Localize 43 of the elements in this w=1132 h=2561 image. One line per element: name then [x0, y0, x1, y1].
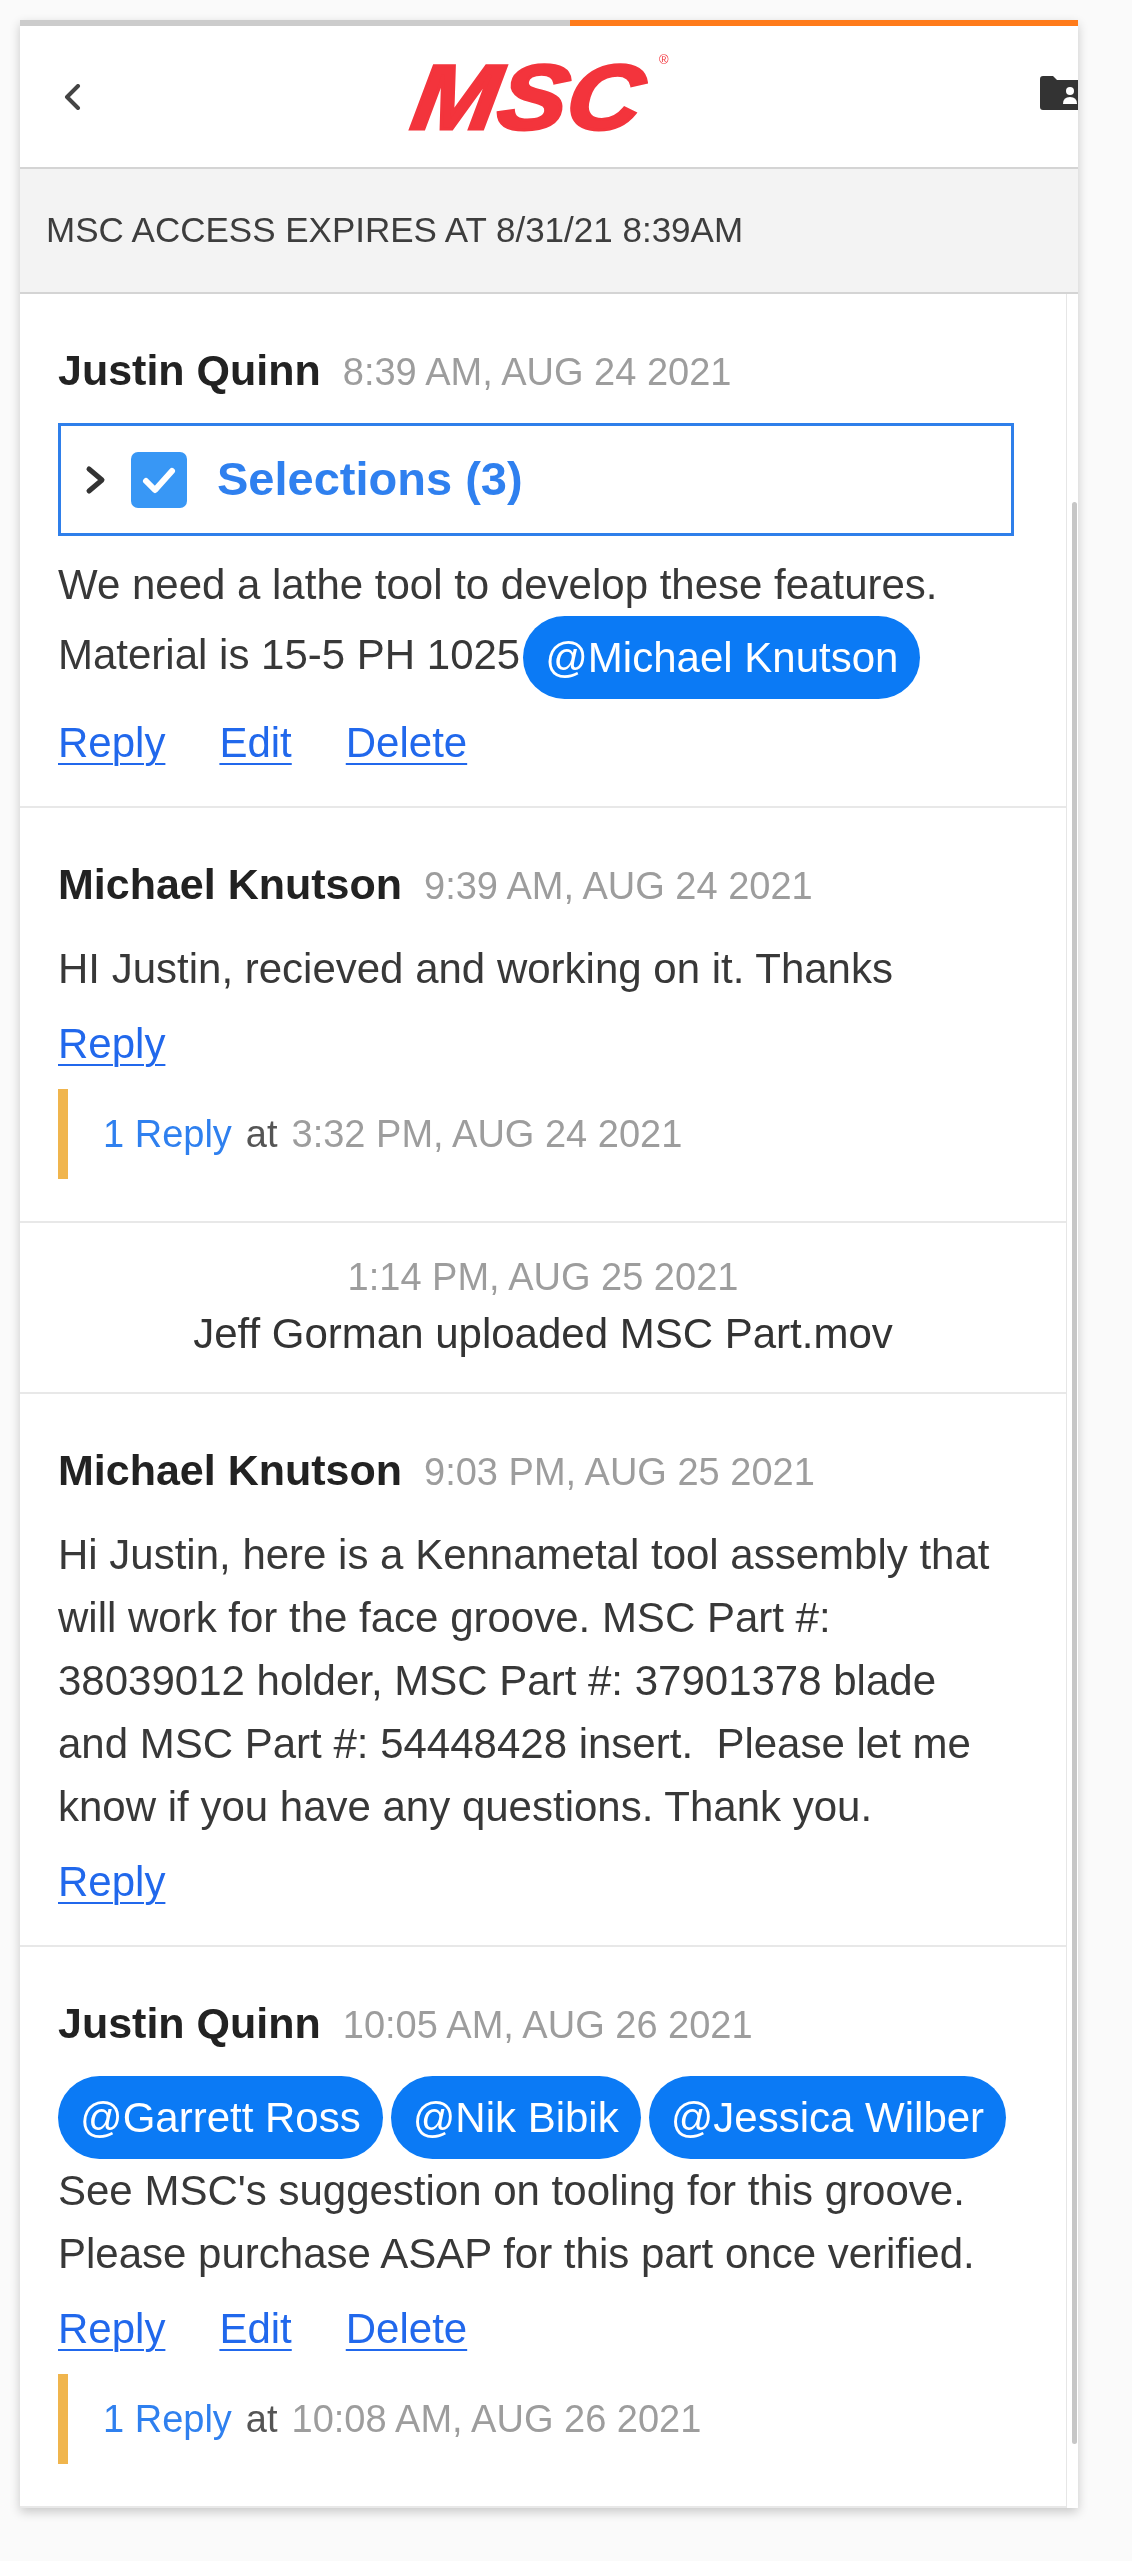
action-link[interactable]: Reply	[58, 1850, 166, 1913]
timestamp: 1:14 PM, AUG 25 2021	[347, 1255, 739, 1300]
timestamp: 8:39 AM, AUG 24 2021	[342, 350, 732, 395]
logo-text[interactable]: MSC	[406, 50, 651, 143]
mention-tag[interactable]: @Michael Knutson	[523, 616, 921, 699]
mention-tag[interactable]: @Garrett Ross	[58, 2076, 383, 2159]
action-link[interactable]: Delete	[345, 2297, 468, 2360]
registered-mark: ®	[658, 52, 669, 66]
action-link[interactable]: Reply	[58, 711, 166, 774]
folder-icon[interactable]	[1040, 73, 1078, 112]
mention-tag[interactable]: @Jessica Wilber	[648, 2076, 1007, 2159]
comment-text: Material is 15-5 PH 1025	[58, 630, 521, 678]
comment-text: We need a lathe tool to develop these features.	[58, 561, 938, 608]
timestamp: 3:32 PM, AUG 24 2021	[291, 1111, 683, 1157]
action-link[interactable]: Reply	[58, 1012, 166, 1075]
author-name: Michael Knutson	[58, 859, 403, 910]
author-name: Michael Knutson	[58, 1445, 403, 1496]
banner-text: MSC ACCESS EXPIRES AT 8/31/21 8:39AM	[46, 209, 744, 252]
selections-label: Selections (3)	[217, 451, 523, 508]
mention-tag[interactable]: @Nik Bibik	[390, 2076, 641, 2159]
timestamp: 10:05 AM, AUG 26 2021	[342, 2003, 753, 2048]
comment-text: See MSC's suggestion on tooling for this groove. Please purchase ASAP for this part once verified.	[58, 2167, 976, 2277]
author-name: Justin Quinn	[58, 345, 321, 396]
comment-text: Hi Justin, here is a Kennametal tool assembly that will work for the face groove. MSC Part #: 38039012 holder, MSC Part #: 37901378 blade and MSC Part #: 54448428 insert. Please let me know if you have any questions. Thank you.	[58, 1531, 991, 1830]
at-text: at	[245, 2396, 278, 2442]
checkbox[interactable]	[131, 451, 187, 508]
chevron-right-icon[interactable]	[85, 464, 107, 495]
at-text: at	[245, 1111, 278, 1157]
scrollbar-thumb[interactable]	[1072, 502, 1077, 2444]
selections-panel[interactable]: Selections (3)	[58, 423, 1014, 536]
comment-text: HI Justin, recieved and working on it. Thanks	[58, 945, 893, 992]
action-link[interactable]: Edit	[219, 2297, 292, 2360]
action-link[interactable]: Reply	[58, 2297, 166, 2360]
timestamp: 9:39 AM, AUG 24 2021	[424, 864, 813, 909]
reply-count-link[interactable]: 1 Reply	[103, 2390, 232, 2448]
back-icon[interactable]	[64, 83, 81, 110]
reply-count-link[interactable]: 1 Reply	[103, 1105, 232, 1163]
action-link[interactable]: Edit	[219, 711, 292, 774]
timestamp: 9:03 PM, AUG 25 2021	[424, 1450, 815, 1495]
author-name: Justin Quinn	[58, 1998, 321, 2049]
action-link[interactable]: Delete	[345, 711, 468, 774]
timestamp: 10:08 AM, AUG 26 2021	[291, 2396, 702, 2442]
event-text: Jeff Gorman uploaded MSC Part.mov	[193, 1309, 893, 1359]
